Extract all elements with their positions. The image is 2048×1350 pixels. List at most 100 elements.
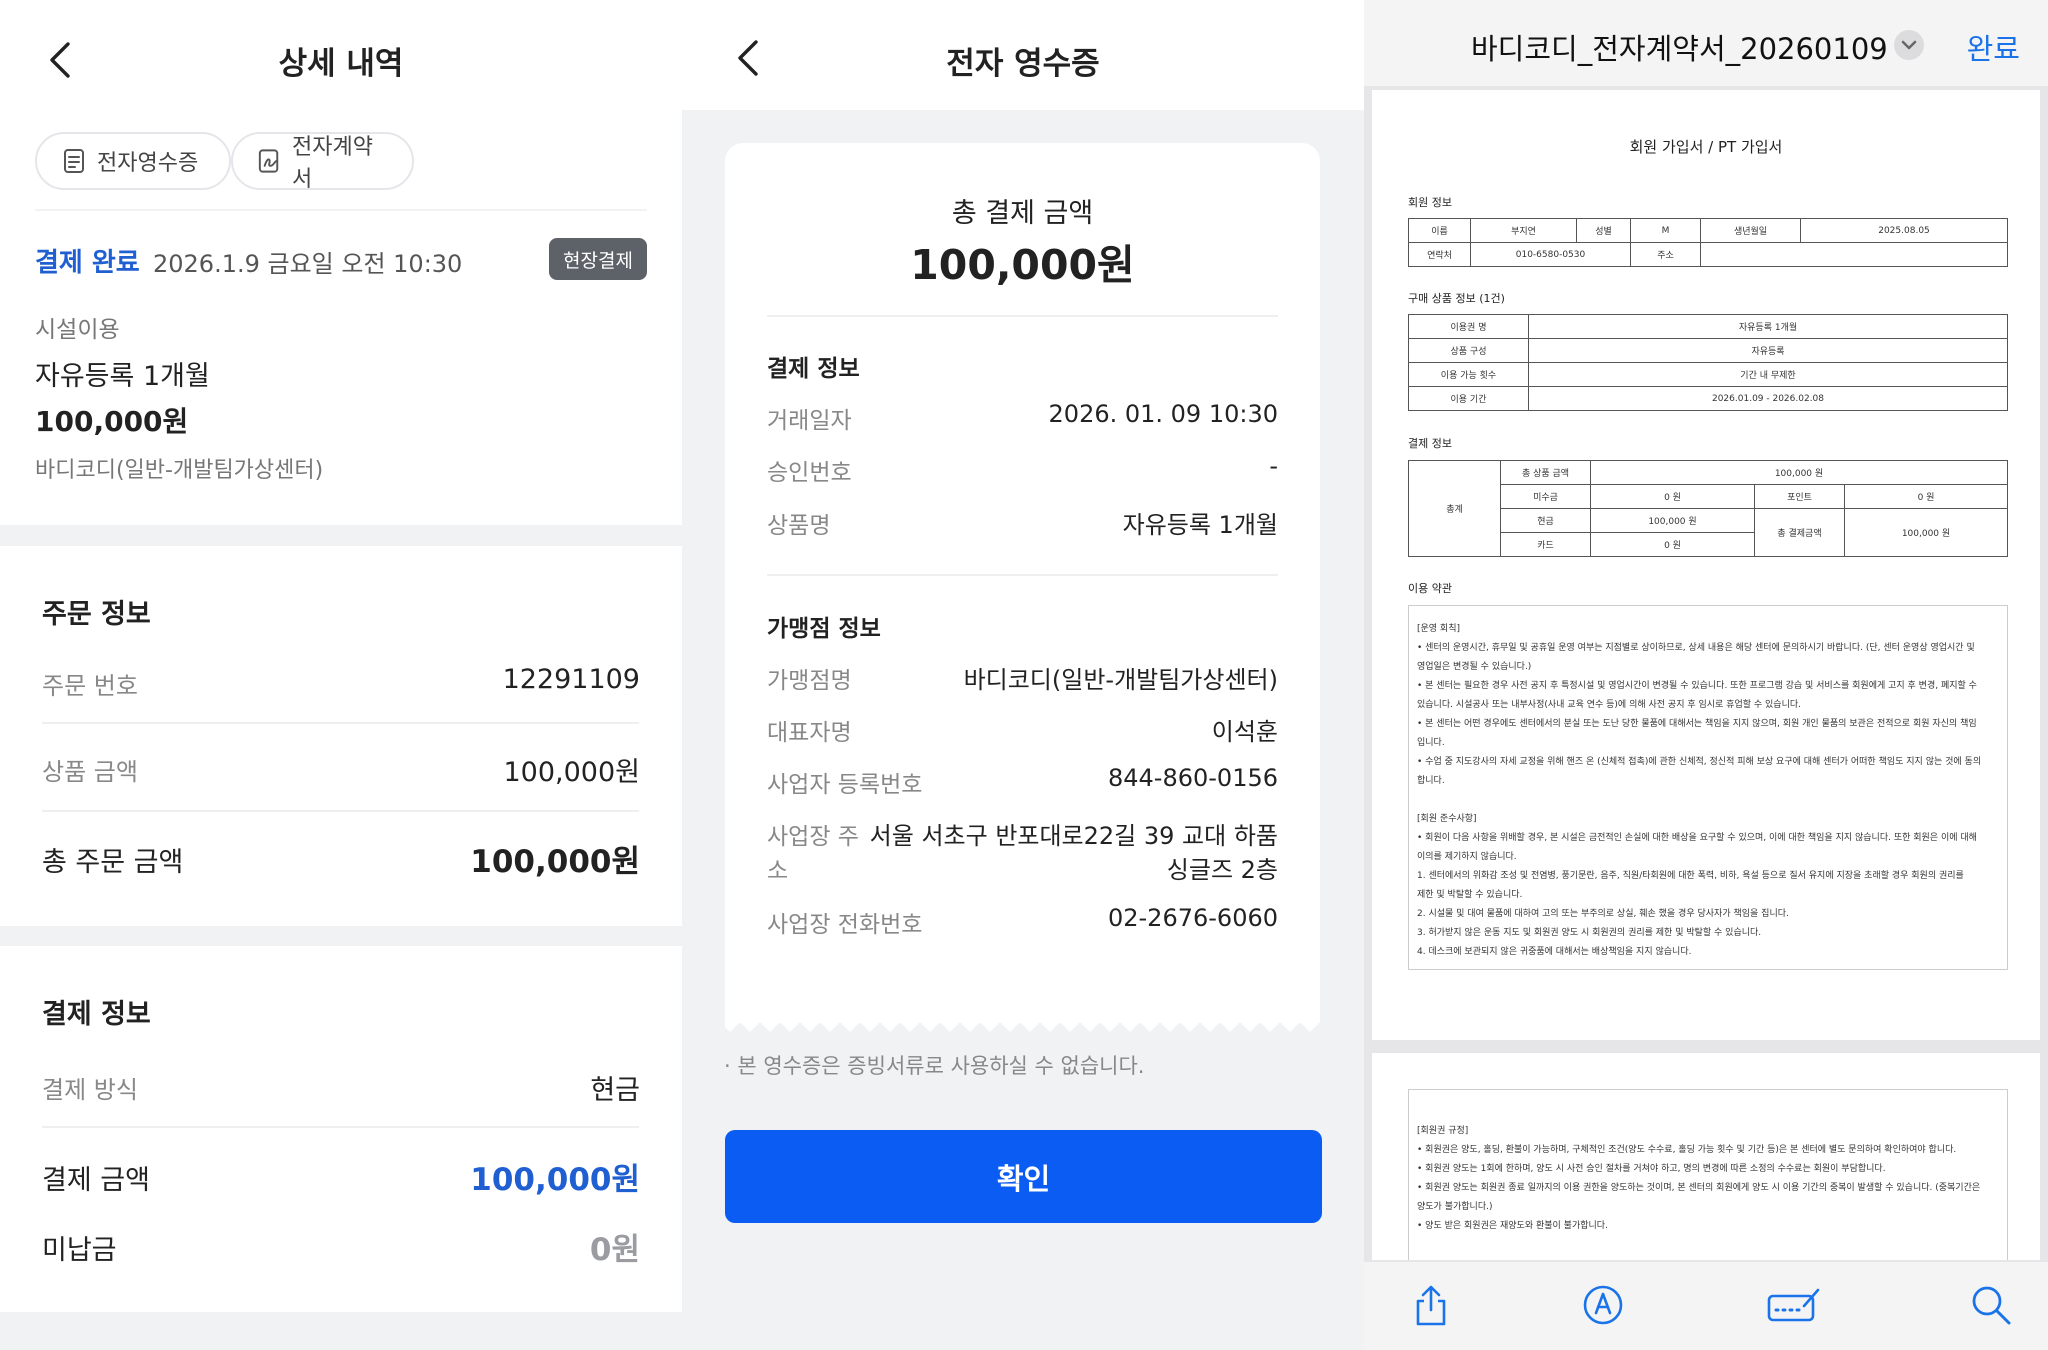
terms-line: [운영 회칙]: [1417, 624, 1461, 634]
total-payment-value: 100,000원: [910, 241, 1135, 289]
transaction-date-label: 거래일자: [767, 408, 852, 434]
business-address-value-line2: 싱글즈 2층: [1166, 856, 1278, 884]
table-cell: 010-6580-0530: [1470, 242, 1631, 267]
onsite-payment-badge: 현장결제: [549, 238, 647, 280]
merchant-info-title: 가맹점 정보: [767, 616, 881, 642]
representative-label: 대표자명: [767, 720, 852, 746]
product-amount-label: 상품 금액: [42, 758, 138, 786]
contract-page-1: 회원 가입서 / PT 가입서 회원 정보 이름 부지연 성별 M 생년월일 2…: [1372, 90, 2040, 1040]
business-address-label-line2: 소: [767, 858, 789, 884]
table-cell: 2026.01.09 - 2026.02.08: [1528, 386, 2008, 411]
terms-title: 이용 약관: [1408, 582, 1452, 595]
terms-line: • 회원권 양도는 회원권 종료 일까지의 이용 권한을 양도하는 것이며, 본…: [1417, 1183, 1981, 1193]
markup-pen-icon[interactable]: [1580, 1282, 1626, 1328]
table-cell: 100,000 원: [1590, 460, 2008, 485]
table-cell: 카드: [1500, 532, 1591, 557]
terms-line: 이의를 제기하지 않습니다.: [1417, 852, 1517, 862]
receipt-card: 총 결제 금액 100,000원 결제 정보 거래일자 2026. 01. 09…: [725, 143, 1320, 1023]
purchase-info-table: 이용권 명 자유등록 1개월 상품 구성 자유등록 이용 가능 횟수 기간 내 무제한…: [1408, 314, 2008, 411]
terms-line: • 회원이 다음 사항을 위배할 경우, 본 시설은 금전적인 손실에 대한 배…: [1417, 833, 1977, 843]
payment-datetime: 2026.1.9 금요일 오전 10:30: [153, 250, 463, 278]
total-payment-label: 총 결제 금액: [951, 198, 1094, 229]
product-name-label: 상품명: [767, 513, 831, 539]
e-contract-chip[interactable]: 전자계약서: [231, 132, 414, 192]
table-cell: 이름: [1408, 218, 1471, 243]
receipt-notice: · 본 영수증은 증빙서류로 사용하실 수 없습니다.: [724, 1054, 1145, 1078]
terms-line: 입니다.: [1417, 738, 1445, 748]
product-price: 100,000원: [35, 405, 189, 438]
order-number-label: 주문 번호: [42, 672, 138, 700]
terms-line: [1417, 791, 1999, 810]
transaction-date-value: 2026. 01. 09 10:30: [1048, 400, 1278, 428]
order-info-section: 주문 정보 주문 번호 12291109 상품 금액 100,000원 총 주문…: [0, 546, 682, 926]
table-cell: 100,000 원: [1844, 508, 2008, 557]
terms-line: 2. 시설물 및 대여 물품에 대하여 고의 또는 부주의로 상실, 훼손 했을…: [1417, 909, 1789, 919]
business-number-value: 844-860-0156: [1107, 764, 1278, 792]
table-cell: 이용 기간: [1408, 386, 1529, 411]
member-info-table: 이름 부지연 성별 M 생년월일 2025.08.05 연락처 010-6580…: [1408, 218, 2008, 267]
page-title: 전자 영수증: [946, 46, 1100, 82]
product-name-value: 자유등록 1개월: [1122, 511, 1278, 539]
terms-line: 있습니다. 시설공사 또는 내부사정(사내 교육 연수 등)에 의해 사전 공지…: [1417, 700, 1801, 710]
terms-line: • 본 센터는 어떤 경우에도 센터에서의 분실 또는 도난 당한 물품에 대해…: [1417, 719, 1977, 729]
terms-line: • 회원권은 양도, 홀딩, 환불이 가능하며, 구체적인 조건(양도 수수료,…: [1417, 1145, 1957, 1155]
unpaid-label: 미납금: [42, 1235, 117, 1266]
divider: [767, 574, 1278, 576]
title-menu-button[interactable]: [1894, 30, 1924, 60]
merchant-name-value: 바디코디(일반-개발팀가상센터): [963, 666, 1278, 694]
terms-line: 1. 센터에서의 위화감 조성 및 전염병, 풍기문란, 음주, 직원/타회원에…: [1417, 871, 1964, 881]
table-cell: 주소: [1630, 242, 1701, 267]
done-button[interactable]: 완료: [1967, 26, 2020, 68]
terms-box: [운영 회칙] • 센터의 운영시간, 휴무일 및 공휴일 운영 여부는 지점별…: [1408, 605, 2008, 970]
confirm-button[interactable]: 확인: [725, 1130, 1322, 1223]
product-amount-value: 100,000원: [503, 757, 641, 788]
table-cell: 기간 내 무제한: [1528, 362, 2008, 387]
approval-number-value: -: [1269, 452, 1278, 480]
order-number-value: 12291109: [502, 664, 640, 695]
signature-icon[interactable]: [1766, 1282, 1822, 1328]
e-receipt-chip[interactable]: 전자영수증: [35, 132, 231, 190]
contract-page-2: [회원권 규정] • 회원권은 양도, 홀딩, 환불이 가능하며, 구체적인 조…: [1372, 1053, 2040, 1260]
contract-sign-icon: [258, 149, 279, 173]
table-cell: 0 원: [1844, 484, 2008, 509]
table-cell: 총계: [1408, 460, 1501, 557]
payment-info-title: 결제 정보: [1408, 437, 1452, 450]
terms-line: 4. 데스크에 보관되지 않은 귀중품에 대해서는 배상책임을 지지 않습니다.: [1417, 947, 1692, 957]
terms-line: 3. 허가받지 않은 운동 지도 및 회원권 양도 시 회원권의 권리를 제한 …: [1417, 928, 1762, 938]
document-file-title[interactable]: 바디코디_전자계약서_20260109: [1471, 26, 1888, 68]
payment-method-label: 결제 방식: [42, 1076, 138, 1104]
total-order-value: 100,000원: [470, 844, 640, 880]
payment-method-value: 현금: [590, 1075, 640, 1106]
share-icon[interactable]: [1408, 1282, 1454, 1328]
table-cell: 0 원: [1590, 532, 1755, 557]
terms-line: 양도가 불가합니다.): [1417, 1202, 1493, 1212]
table-cell: 현금: [1500, 508, 1591, 533]
member-info-title: 회원 정보: [1408, 196, 1452, 209]
table-cell: 2025.08.05: [1800, 218, 2008, 243]
detail-header: 상세 내역: [0, 0, 682, 118]
table-cell: M: [1630, 218, 1701, 243]
divider: [42, 810, 639, 812]
table-cell: 0 원: [1590, 484, 1755, 509]
table-cell: [1700, 242, 2008, 267]
representative-value: 이석훈: [1211, 718, 1278, 746]
divider: [767, 315, 1278, 317]
business-address-value-line1: 서울 서초구 반포대로22길 39 교대 하품: [869, 822, 1278, 850]
table-cell: 이용권 명: [1408, 314, 1529, 339]
terms-line: 제한 및 박탈할 수 있습니다.: [1417, 890, 1523, 900]
terms-line: • 센터의 운영시간, 휴무일 및 공휴일 운영 여부는 지점별로 상이하므로,…: [1417, 643, 1975, 653]
table-cell: 연락처: [1408, 242, 1471, 267]
document-heading: 회원 가입서 / PT 가입서: [1629, 138, 1783, 156]
business-address-label-line1: 사업장 주: [767, 824, 859, 850]
search-icon[interactable]: [1968, 1282, 2014, 1328]
merchant-name-label: 가맹점명: [767, 668, 852, 694]
table-cell: 생년월일: [1700, 218, 1801, 243]
chevron-down-icon: [1901, 40, 1917, 50]
payment-info-section: 결제 정보 결제 방식 현금 결제 금액 100,000원 미납금 0원: [0, 946, 682, 1312]
terms-line: 영업일은 변경될 수 있습니다.): [1417, 662, 1532, 672]
order-info-title: 주문 정보: [42, 599, 151, 630]
payment-info-table: 총계 총 상품 금액 100,000 원 미수금 0 원 포인트 0 원 현금 …: [1408, 460, 2008, 557]
receipt-panel: 전자 영수증 총 결제 금액 100,000원 결제 정보 거래일자 2026.…: [682, 0, 1364, 1350]
center-name: 바디코디(일반-개발팀가상센터): [35, 458, 324, 483]
table-cell: 총 상품 금액: [1500, 460, 1591, 485]
